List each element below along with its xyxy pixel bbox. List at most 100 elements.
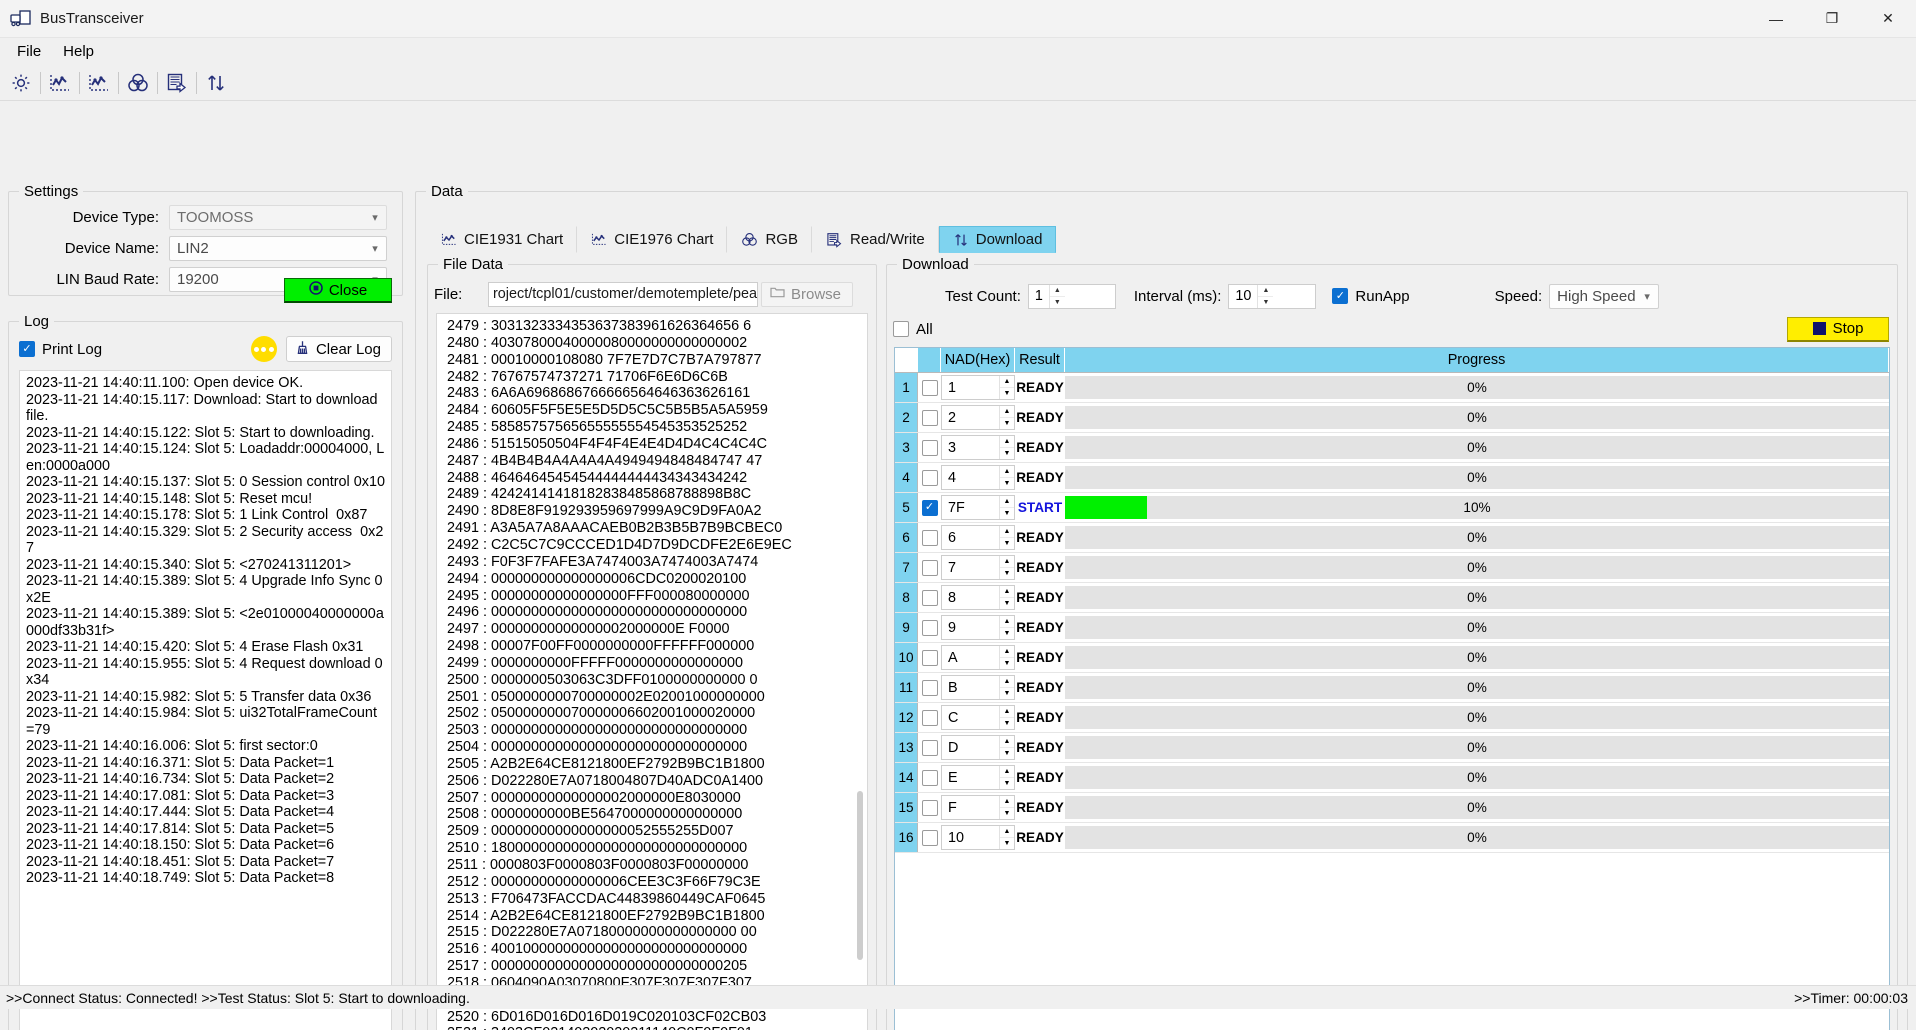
table-row[interactable]: 13D▲▼READY0% (895, 733, 1889, 763)
row-checkbox-cell[interactable] (918, 703, 941, 732)
table-row[interactable]: 11▲▼READY0% (895, 373, 1889, 403)
row-checkbox-cell[interactable] (918, 583, 941, 612)
row-nad-arrows[interactable]: ▲▼ (999, 796, 1014, 819)
row-checkbox[interactable] (922, 500, 938, 516)
row-nad-arrows[interactable]: ▲▼ (999, 496, 1014, 519)
tab-cie1976-chart[interactable]: CIE1976 Chart (577, 226, 727, 253)
row-nad-stepper[interactable]: 7F▲▼ (941, 495, 1015, 520)
row-checkbox[interactable] (922, 710, 938, 726)
row-checkbox[interactable] (922, 740, 938, 756)
row-checkbox-cell[interactable] (918, 493, 941, 522)
row-nad-stepper[interactable]: 7▲▼ (941, 555, 1015, 580)
table-row[interactable]: 22▲▼READY0% (895, 403, 1889, 433)
menu-item-help[interactable]: Help (52, 40, 105, 63)
print-log-checkbox[interactable] (19, 341, 35, 357)
close-window-button[interactable]: ✕ (1860, 0, 1916, 38)
table-row[interactable]: 99▲▼READY0% (895, 613, 1889, 643)
row-checkbox-cell[interactable] (918, 673, 941, 702)
row-nad-stepper[interactable]: 1▲▼ (941, 375, 1015, 400)
row-checkbox[interactable] (922, 590, 938, 606)
runapp-checkbox[interactable] (1332, 288, 1348, 304)
row-nad-stepper[interactable]: A▲▼ (941, 645, 1015, 670)
row-checkbox-cell[interactable] (918, 523, 941, 552)
table-row[interactable]: 66▲▼READY0% (895, 523, 1889, 553)
row-nad-arrows[interactable]: ▲▼ (999, 526, 1014, 549)
menu-item-file[interactable]: File (6, 40, 52, 63)
row-checkbox-cell[interactable] (918, 403, 941, 432)
speed-select[interactable]: High Speed ▾ (1549, 284, 1659, 309)
row-checkbox-cell[interactable] (918, 373, 941, 402)
row-checkbox[interactable] (922, 770, 938, 786)
row-checkbox[interactable] (922, 410, 938, 426)
row-checkbox[interactable] (922, 530, 938, 546)
row-nad-arrows[interactable]: ▲▼ (999, 736, 1014, 759)
row-checkbox[interactable] (922, 830, 938, 846)
table-row[interactable]: 77▲▼READY0% (895, 553, 1889, 583)
row-checkbox[interactable] (922, 380, 938, 396)
row-nad-arrows[interactable]: ▲▼ (999, 586, 1014, 609)
browse-button[interactable]: Browse (761, 282, 853, 307)
row-checkbox-cell[interactable] (918, 823, 941, 852)
row-nad-arrows[interactable]: ▲▼ (999, 646, 1014, 669)
row-nad-stepper[interactable]: D▲▼ (941, 735, 1015, 760)
row-nad-stepper[interactable]: 3▲▼ (941, 435, 1015, 460)
minimize-button[interactable]: — (1748, 0, 1804, 38)
file-hex-view[interactable]: 2479 : 3031323334353637383961626364656 6… (436, 313, 868, 1030)
row-nad-stepper[interactable]: 10▲▼ (941, 825, 1015, 850)
row-checkbox[interactable] (922, 620, 938, 636)
table-row[interactable]: 10A▲▼READY0% (895, 643, 1889, 673)
row-nad-arrows[interactable]: ▲▼ (999, 766, 1014, 789)
clear-log-button[interactable]: Clear Log (286, 336, 392, 362)
test-count-arrows[interactable]: ▲▼ (1049, 285, 1065, 308)
row-checkbox-cell[interactable] (918, 433, 941, 462)
settings-gear-icon[interactable] (4, 67, 38, 99)
table-row[interactable]: 12C▲▼READY0% (895, 703, 1889, 733)
rgb-icon[interactable] (121, 67, 155, 99)
table-row[interactable]: 15F▲▼READY0% (895, 793, 1889, 823)
row-nad-stepper[interactable]: F▲▼ (941, 795, 1015, 820)
table-row[interactable]: 88▲▼READY0% (895, 583, 1889, 613)
row-nad-arrows[interactable]: ▲▼ (999, 376, 1014, 399)
row-nad-arrows[interactable]: ▲▼ (999, 556, 1014, 579)
row-nad-stepper[interactable]: 6▲▼ (941, 525, 1015, 550)
row-nad-arrows[interactable]: ▲▼ (999, 676, 1014, 699)
interval-arrows[interactable]: ▲▼ (1257, 285, 1273, 308)
tab-download[interactable]: Download (939, 226, 1057, 253)
tab-read-write[interactable]: Read/Write (812, 226, 939, 253)
table-row[interactable]: 57F▲▼START10% (895, 493, 1889, 523)
tab-rgb[interactable]: RGB (727, 226, 812, 253)
row-nad-arrows[interactable]: ▲▼ (999, 436, 1014, 459)
interval-stepper[interactable]: 10 ▲▼ (1228, 284, 1316, 309)
row-checkbox-cell[interactable] (918, 793, 941, 822)
log-output[interactable]: 2023-11-21 14:40:11.100: Open device OK.… (19, 370, 392, 1030)
row-checkbox-cell[interactable] (918, 613, 941, 642)
row-nad-stepper[interactable]: 4▲▼ (941, 465, 1015, 490)
row-checkbox[interactable] (922, 650, 938, 666)
table-row[interactable]: 1610▲▼READY0% (895, 823, 1889, 853)
test-count-stepper[interactable]: 1 ▲▼ (1028, 284, 1116, 309)
row-nad-arrows[interactable]: ▲▼ (999, 466, 1014, 489)
row-checkbox-cell[interactable] (918, 463, 941, 492)
file-hex-scrollbar[interactable] (855, 315, 866, 1030)
tab-cie1931-chart[interactable]: CIE1931 Chart (427, 226, 577, 253)
row-checkbox[interactable] (922, 680, 938, 696)
row-checkbox[interactable] (922, 470, 938, 486)
maximize-button[interactable]: ❐ (1804, 0, 1860, 38)
select-all-checkbox[interactable] (893, 321, 909, 337)
table-row[interactable]: 33▲▼READY0% (895, 433, 1889, 463)
row-checkbox[interactable] (922, 800, 938, 816)
table-row[interactable]: 11B▲▼READY0% (895, 673, 1889, 703)
row-nad-stepper[interactable]: 8▲▼ (941, 585, 1015, 610)
row-nad-arrows[interactable]: ▲▼ (999, 706, 1014, 729)
row-checkbox-cell[interactable] (918, 643, 941, 672)
log-more-button[interactable] (251, 336, 277, 362)
row-nad-stepper[interactable]: C▲▼ (941, 705, 1015, 730)
row-nad-arrows[interactable]: ▲▼ (999, 406, 1014, 429)
row-checkbox-cell[interactable] (918, 553, 941, 582)
row-nad-stepper[interactable]: 9▲▼ (941, 615, 1015, 640)
table-row[interactable]: 44▲▼READY0% (895, 463, 1889, 493)
row-nad-arrows[interactable]: ▲▼ (999, 616, 1014, 639)
cie1931-chart-icon[interactable] (43, 67, 77, 99)
close-device-button[interactable]: Close (284, 278, 392, 303)
stop-button[interactable]: Stop (1787, 317, 1889, 342)
